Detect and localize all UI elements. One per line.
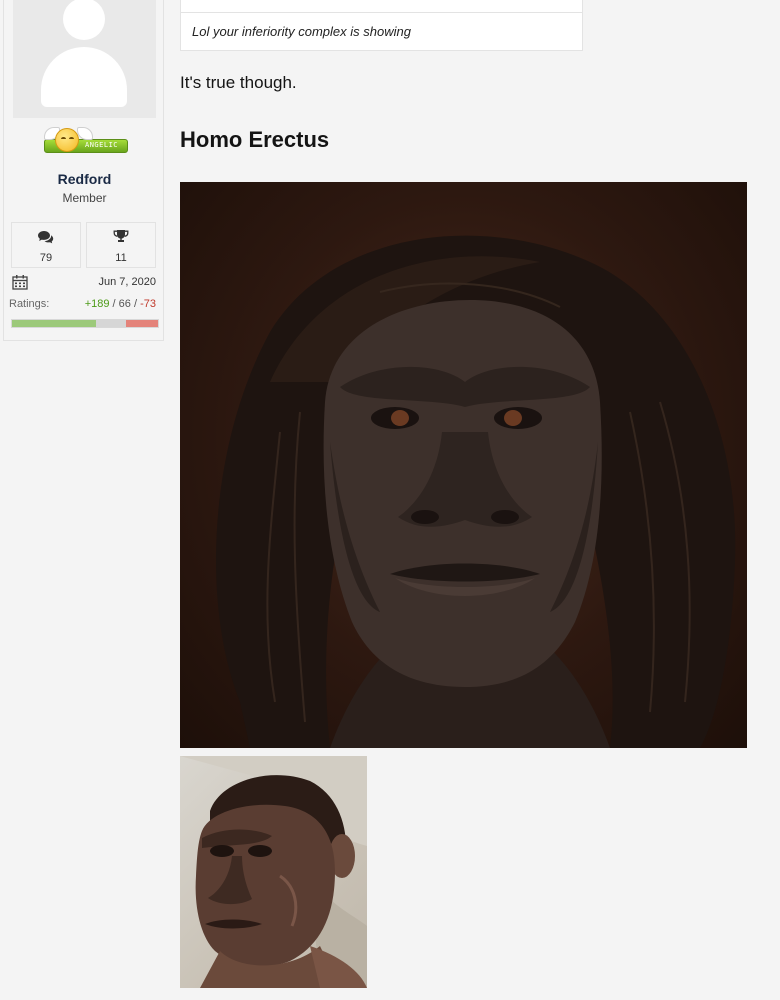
trophy-icon: [112, 230, 130, 244]
ratings-separator: /: [133, 298, 138, 310]
post-text: It's true though.: [180, 73, 297, 92]
avatar-body-shape: [41, 47, 127, 107]
badge-label: ANGELIC: [85, 141, 119, 149]
messages-stat[interactable]: 79: [11, 222, 81, 268]
user-title: Member: [62, 191, 107, 205]
angel-face-icon: [55, 128, 79, 152]
ratings-bar: [11, 319, 159, 328]
trophies-stat[interactable]: 11: [86, 222, 156, 268]
post-heading: Homo Erectus: [180, 127, 330, 152]
joined-date: Jun 7, 2020: [98, 276, 157, 288]
ratings-bar-negative: [125, 320, 158, 327]
ratings-label: Ratings:: [9, 298, 50, 310]
homo-erectus-thumbnail[interactable]: [180, 756, 367, 988]
calendar-icon: [12, 274, 28, 295]
avatar[interactable]: [13, 0, 156, 118]
quote-block: Lol your inferiority complex is showing: [180, 0, 583, 51]
avatar-head-shape: [63, 0, 105, 40]
ratings-values[interactable]: +189 / 66 / -73: [85, 298, 156, 310]
homo-erectus-photo[interactable]: [180, 182, 747, 748]
ratings-negative: -73: [140, 298, 156, 310]
username-link[interactable]: Redford: [4, 171, 165, 187]
ratings-bar-neutral: [96, 320, 126, 327]
ratings-separator: /: [112, 298, 116, 310]
quote-divider: [181, 12, 582, 13]
ratings-positive: +189: [84, 298, 110, 310]
quote-text: Lol your inferiority complex is showing: [192, 24, 411, 39]
trophies-count: 11: [115, 252, 127, 264]
messages-count: 79: [39, 252, 53, 264]
comments-icon: [37, 230, 55, 244]
ratings-neutral: 66: [118, 298, 131, 310]
ratings-bar-positive: [12, 320, 97, 327]
angelic-badge: ANGELIC: [41, 126, 131, 156]
user-card: ANGELIC Redford Member 79 11 Jun 7, 2020…: [3, 0, 164, 341]
